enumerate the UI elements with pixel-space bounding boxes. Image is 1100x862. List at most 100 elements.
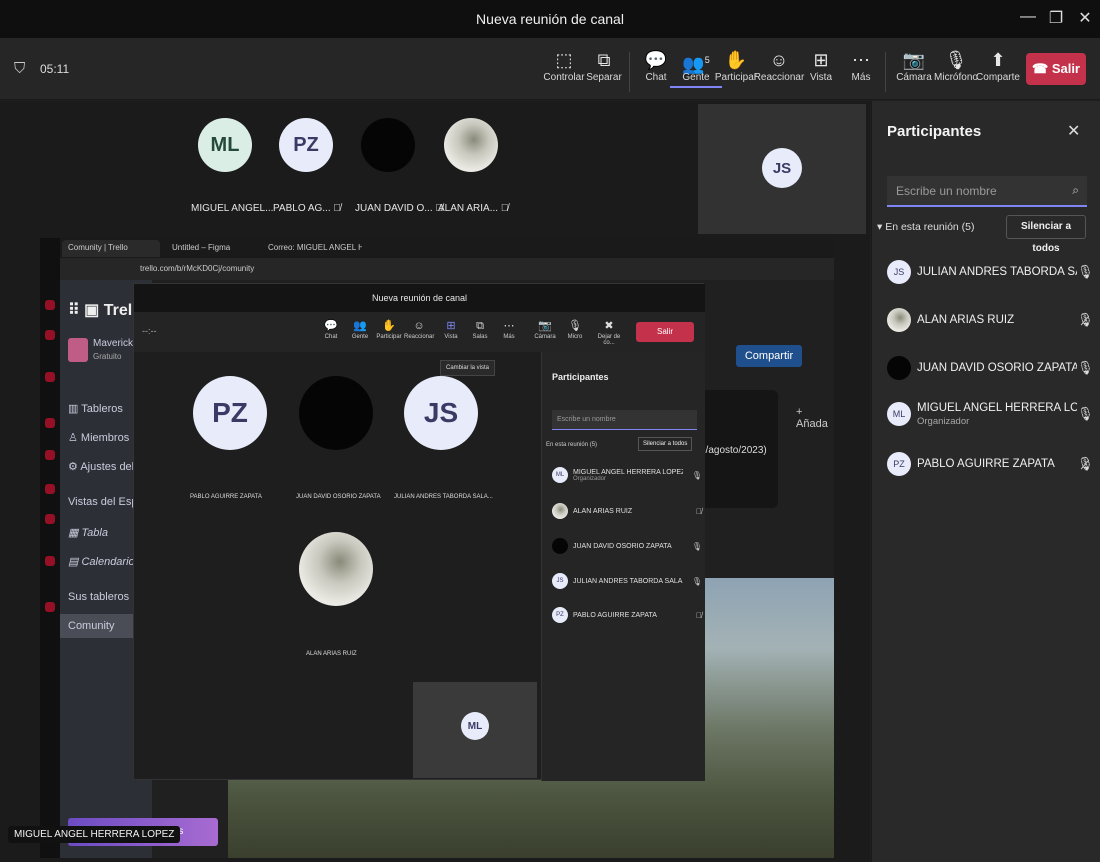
workspace-plan: Gratuito	[93, 352, 122, 361]
inner-rooms-button[interactable]: ⧉ Salas	[465, 319, 495, 340]
trello-logo: ⠿ ▣ Trell	[68, 302, 137, 319]
inner-timer: --:--	[142, 326, 157, 336]
url-text: trello.com/b/rMcKD0Cj/comunity	[140, 264, 255, 273]
mic-off-icon: 🎙	[1077, 456, 1094, 471]
search-icon: ⌕	[1072, 183, 1079, 197]
participant-row[interactable]: ML MIGUEL ANGEL HERRERA LOPEZOrganizador…	[887, 397, 1094, 431]
participant-row[interactable]: PZ PABLO AGUIRRE ZAPATA 🎙	[887, 447, 1094, 481]
inner-participant-row[interactable]: ALAN ARIAS RUIZ 🎙̸	[552, 500, 702, 522]
more-button[interactable]: ⋯ Más	[835, 48, 887, 83]
participant-name: ALAN ARIA... 🎙̸	[438, 203, 509, 214]
nav-settings[interactable]: ⚙ Ajustes del	[68, 460, 134, 473]
close-panel-icon[interactable]: ✕	[1067, 121, 1080, 141]
inner-participant-row[interactable]: PZ PABLO AGUIRRE ZAPATA 🎙̸	[552, 604, 702, 626]
share-button[interactable]: ⬆ Comparte	[972, 48, 1024, 83]
presenter-name-label: MIGUEL ANGEL HERRERA LOPEZ	[8, 826, 181, 843]
avatar	[887, 356, 911, 380]
participant-name: MIGUEL ANGEL HERRERA LOPEZ	[917, 401, 1077, 414]
view-calendar[interactable]: ▤ Calendario	[68, 555, 135, 568]
view-table[interactable]: ▦ Tabla	[68, 526, 108, 539]
participant-avatar: PZ	[279, 118, 333, 172]
mic-off-icon: 🎙̸	[500, 203, 509, 214]
inner-react-button[interactable]: ☺ Reaccionar	[404, 319, 434, 340]
inner-section-label[interactable]: En esta reunión (5)	[546, 442, 597, 448]
participant-avatar: ML	[198, 118, 252, 172]
inner-mic-button[interactable]: 🎙 Micro	[560, 319, 590, 340]
inner-stop-share-button[interactable]: ✖ Dejar de co...	[592, 319, 626, 346]
inner-meeting-window: Nueva reunión de canal --:-- 💬 Chat 👥 Gent…	[133, 283, 705, 781]
avatar: JS	[887, 260, 911, 284]
shield-icon: ⛉	[14, 60, 26, 77]
participant-avatar	[361, 118, 415, 172]
self-avatar: JS	[762, 148, 802, 188]
browser-address-bar[interactable]: trello.com/b/rMcKD0Cj/comunity	[40, 258, 834, 280]
inner-mute-all-button[interactable]: Silenciar a todos	[638, 437, 693, 451]
participants-panel: Participantes ✕ Escribe un nombre ⌕ ▾ En…	[871, 101, 1100, 862]
participant-row[interactable]: JS JULIAN ANDRES TABORDA SALA... 🎙	[887, 255, 1094, 289]
inner-participants-panel: Participantes Escribe un nombre En esta …	[541, 352, 705, 781]
maximize-button[interactable]: ❐	[1046, 8, 1066, 28]
workspace-name[interactable]: Mavericks	[93, 338, 138, 349]
more-icon: ⋯	[852, 50, 870, 70]
participant-name: PABLO AG... 🎙̸	[273, 203, 341, 214]
nav-boards[interactable]: ▥ Tableros	[68, 402, 123, 415]
participant-name: PABLO AGUIRRE ZAPATA	[917, 458, 1055, 470]
participant-row[interactable]: ALAN ARIAS RUIZ 🎙	[887, 303, 1094, 337]
mute-all-button[interactable]: Silenciar a todos	[1006, 215, 1086, 254]
mic-icon: 🎙	[1077, 406, 1094, 421]
avatar: PZ	[887, 452, 911, 476]
view-tooltip: Cambiar la vista	[440, 360, 496, 376]
inner-raise-button[interactable]: ✋ Participar	[374, 319, 404, 340]
inner-participant-row[interactable]: JS JULIAN ANDRES TABORDA SALA... 🎙	[552, 570, 702, 592]
inner-avatar	[299, 532, 373, 606]
inner-avatar: JS	[404, 376, 478, 450]
participant-name: JUAN DAVID O... 🎙̸	[355, 203, 443, 214]
boards-header: Sus tableros	[68, 591, 130, 603]
inner-search-input[interactable]: Escribe un nombre	[552, 410, 697, 430]
participant-avatar	[444, 118, 498, 172]
participant-name: ALAN ARIAS RUIZ	[917, 314, 1015, 326]
inner-tile-name: ALAN ARIAS RUIZ	[306, 651, 357, 657]
browser-tab[interactable]: Untitled – Figma	[166, 240, 256, 257]
inner-camera-button[interactable]: 📷 Cámara	[530, 319, 560, 340]
browser-tab[interactable]: Comunity | Trello	[62, 240, 160, 257]
mic-off-icon: 🎙	[1077, 312, 1094, 327]
add-list-button[interactable]: + Añada	[796, 406, 834, 430]
inner-more-button[interactable]: ⋯ Más	[494, 319, 524, 340]
self-video-tile: JS	[698, 104, 866, 234]
trello-share-button[interactable]: Compartir	[736, 345, 802, 367]
meeting-toolbar: ⛉ 05:11 ⬚ Controlar ⧉ Separar 💬 Chat 👥5 Gent…	[0, 38, 1100, 100]
browser-tab[interactable]: Correo: MIGUEL ANGEL H...	[262, 240, 362, 257]
inner-avatar: PZ	[193, 376, 267, 450]
inner-panel-title: Participantes	[552, 372, 609, 382]
inner-title: Nueva reunión de canal	[134, 284, 705, 312]
card-date: 3/agosto/2023)	[700, 445, 767, 456]
popout-button[interactable]: ⧉ Separar	[578, 48, 630, 83]
in-meeting-section[interactable]: ▾ En esta reunión (5)	[877, 221, 975, 233]
phone-icon: ☎	[1032, 61, 1052, 76]
inner-self-tile: ML	[413, 682, 537, 778]
inner-participant-row[interactable]: JUAN DAVID OSORIO ZAPATA 🎙	[552, 535, 702, 557]
participant-row[interactable]: JUAN DAVID OSORIO ZAPATA 🎙	[887, 351, 1094, 385]
inner-participant-row[interactable]: ML MIGUEL ANGEL HERRERA LOPEZ Organizador 🎙	[552, 464, 702, 486]
mic-icon: 🎙	[1077, 360, 1094, 375]
participant-name: MIGUEL ANGEL...	[191, 203, 274, 214]
title-bar: Nueva reunión de canal — ❐ ✕	[0, 0, 1100, 38]
inner-leave-button[interactable]: Salir	[636, 322, 694, 342]
inner-avatar	[299, 376, 373, 450]
nav-members[interactable]: ♙ Miembros	[68, 431, 129, 444]
window-title: Nueva reunión de canal	[476, 11, 624, 27]
search-input[interactable]: Escribe un nombre ⌕	[887, 176, 1087, 207]
browser-sidebar	[40, 238, 60, 858]
inner-tile-name: JULIAN ANDRES TABORDA SALA...	[394, 494, 493, 500]
close-button[interactable]: ✕	[1075, 8, 1095, 28]
inner-chat-button[interactable]: 💬 Chat	[316, 319, 346, 340]
leave-button[interactable]: ☎ Salir	[1026, 53, 1086, 85]
panel-title: Participantes	[887, 123, 982, 140]
meeting-timer: 05:11	[40, 62, 70, 76]
participant-name: JUAN DAVID OSORIO ZAPATA	[917, 362, 1077, 374]
minimize-button[interactable]: —	[1018, 8, 1038, 26]
participant-role: Organizador	[917, 415, 970, 427]
inner-people-button[interactable]: 👥 Gente	[345, 319, 375, 340]
inner-view-button[interactable]: ⊞ Vista	[436, 319, 466, 340]
